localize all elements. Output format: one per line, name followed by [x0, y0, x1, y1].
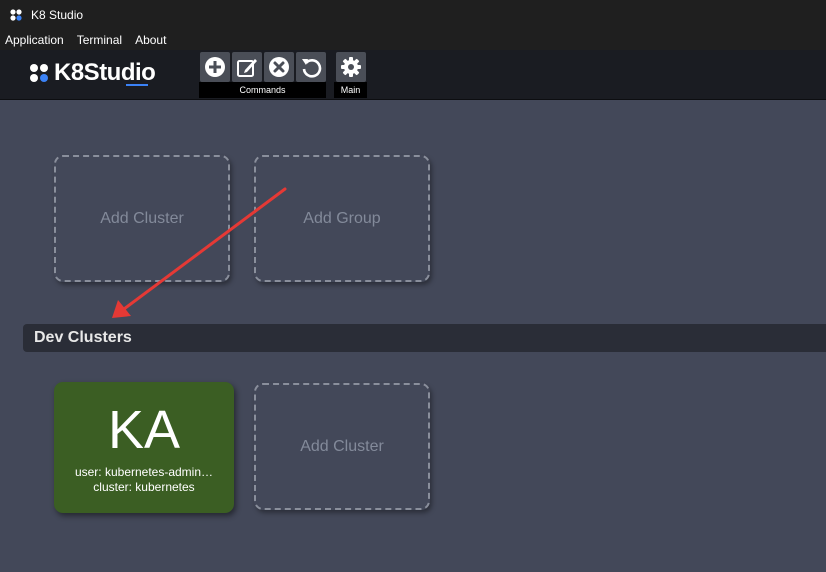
logo-hex-icon: [30, 64, 48, 82]
add-button[interactable]: [200, 52, 230, 82]
menu-terminal[interactable]: Terminal: [77, 33, 122, 47]
menu-bar: Application Terminal About: [0, 30, 826, 50]
group-add-cluster-tile[interactable]: Add Cluster: [254, 383, 430, 510]
add-group-tile[interactable]: Add Group: [254, 155, 430, 282]
add-cluster-tile[interactable]: Add Cluster: [54, 155, 230, 282]
gear-icon: [341, 57, 361, 77]
cluster-card-kubernetes[interactable]: KA user: kubernetes-admin… cluster: kube…: [54, 382, 234, 513]
group-title: Dev Clusters: [34, 329, 132, 346]
main-label: Main: [340, 85, 361, 95]
logo-text: K8Studio: [54, 59, 156, 86]
logo-underline: [126, 84, 148, 86]
k8studio-app-icon: [9, 8, 23, 22]
edit-icon: [237, 59, 257, 77]
menu-about[interactable]: About: [135, 33, 166, 47]
window-title: K8 Studio: [31, 8, 84, 22]
refresh-icon: [302, 59, 322, 78]
cluster-user: user: kubernetes-admin…: [74, 465, 214, 479]
group-header-dev-clusters[interactable]: Dev Clusters: [23, 324, 826, 352]
main-label-bar: Main: [334, 82, 367, 98]
menu-application[interactable]: Application: [5, 33, 64, 47]
delete-icon: [269, 57, 289, 77]
command-toolbar: Commands Main: [199, 51, 367, 98]
commands-label: Commands: [239, 85, 286, 95]
cluster-name: cluster: kubernetes: [93, 480, 195, 494]
add-cluster-label: Add Cluster: [100, 209, 184, 227]
commands-label-bar: Commands: [199, 82, 326, 98]
edit-button[interactable]: [232, 52, 262, 82]
title-bar: K8 Studio: [0, 0, 826, 30]
settings-button[interactable]: [336, 52, 366, 82]
add-icon: [205, 57, 225, 77]
undo-button[interactable]: [296, 52, 326, 82]
add-group-label: Add Group: [303, 209, 381, 227]
delete-button[interactable]: [264, 52, 294, 82]
group-add-cluster-label: Add Cluster: [300, 437, 384, 455]
cluster-initials: KA: [107, 400, 181, 460]
